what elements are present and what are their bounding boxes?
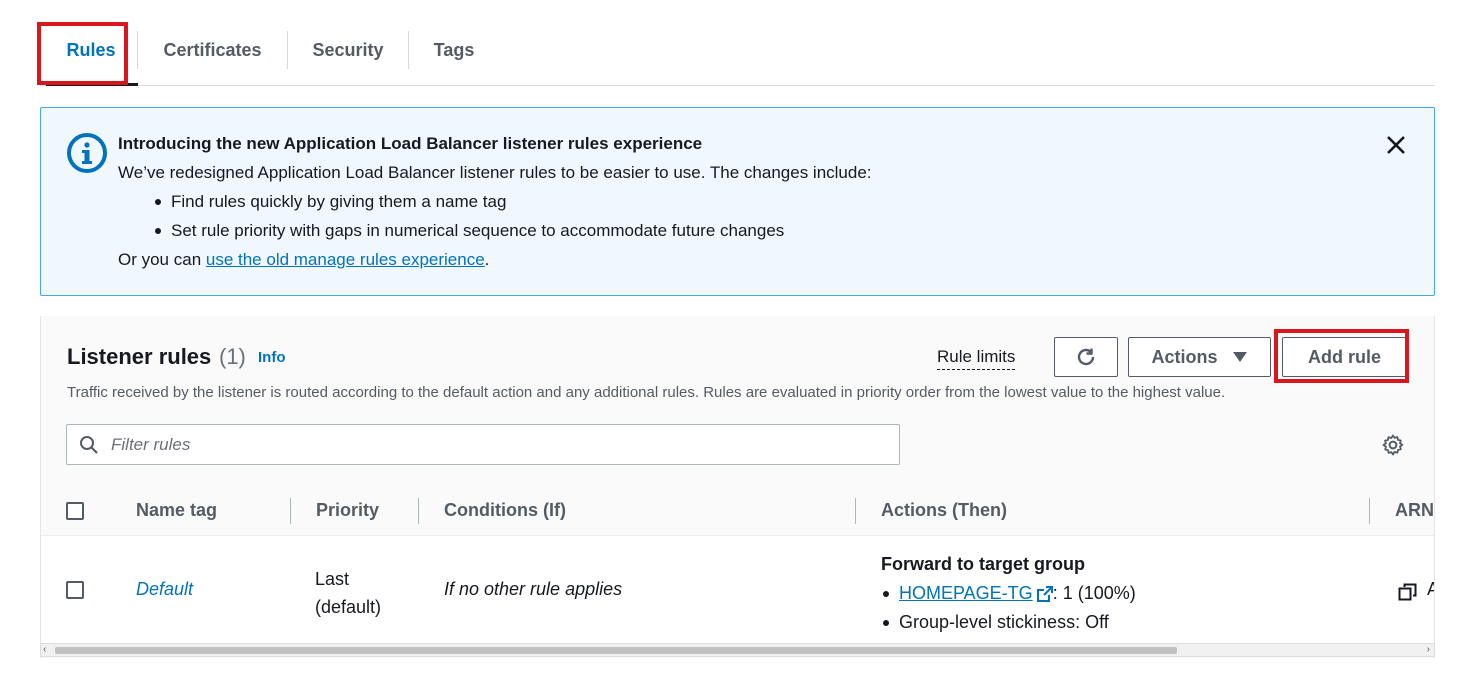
close-icon[interactable] xyxy=(1382,131,1410,159)
copy-icon[interactable] xyxy=(1398,582,1418,602)
bullet-dot xyxy=(155,228,161,234)
info-icon xyxy=(67,133,107,173)
banner-footer-prefix: Or you can xyxy=(118,250,206,269)
rule-count: (1) xyxy=(219,344,246,369)
column-divider[interactable] xyxy=(1369,498,1370,524)
tab-security[interactable]: Security xyxy=(302,30,394,70)
target-group-item: HOMEPAGE-TG : 1 (100%) xyxy=(881,579,1136,608)
column-header-actions[interactable]: Actions (Then) xyxy=(881,500,1007,521)
actions-label: Actions xyxy=(1151,346,1218,367)
rule-priority: Last (default) xyxy=(315,565,381,621)
banner-footer: Or you can use the old manage rules expe… xyxy=(118,250,489,270)
column-header-arn[interactable]: ARN xyxy=(1395,500,1434,521)
info-link[interactable]: Info xyxy=(258,349,286,366)
banner-bullet-text: Find rules quickly by giving them a name… xyxy=(171,192,507,211)
filter-rules-field[interactable] xyxy=(66,424,900,465)
scroll-left-arrow[interactable]: ‹ xyxy=(43,644,46,656)
horizontal-scrollbar[interactable]: ‹ › xyxy=(40,643,1435,657)
listener-rules-panel: Listener rules (1) Info Rule limits Acti… xyxy=(40,316,1435,658)
banner-title: Introducing the new Application Load Bal… xyxy=(118,134,703,153)
select-all-checkbox[interactable] xyxy=(66,502,84,520)
rule-arn: A xyxy=(1427,579,1434,600)
rule-conditions: If no other rule applies xyxy=(444,579,623,599)
actions-dropdown[interactable]: Actions xyxy=(1128,337,1271,377)
bullet-dot xyxy=(883,619,889,626)
table-header: Name tag Priority Conditions (If) Action… xyxy=(41,486,1434,536)
tab-certificates[interactable]: Certificates xyxy=(150,30,275,70)
refresh-button[interactable] xyxy=(1054,337,1118,377)
banner-bullet-text: Set rule priority with gaps in numerical… xyxy=(171,221,785,240)
add-rule-button[interactable]: Add rule xyxy=(1282,337,1407,377)
column-divider[interactable] xyxy=(855,498,856,524)
bullet-dot xyxy=(883,590,889,597)
banner-bullet: Find rules quickly by giving them a name… xyxy=(153,192,506,212)
tab-tags[interactable]: Tags xyxy=(424,30,484,70)
target-group-link[interactable]: HOMEPAGE-TG xyxy=(899,579,1033,608)
panel-title: Listener rules xyxy=(67,344,212,369)
column-header-name-tag[interactable]: Name tag xyxy=(136,500,217,521)
rule-actions: Forward to target group HOMEPAGE-TG : 1 … xyxy=(881,550,1136,637)
table-row: Default Last (default) If no other rule … xyxy=(41,536,1434,644)
refresh-icon xyxy=(1077,348,1095,366)
column-divider[interactable] xyxy=(418,498,419,524)
caret-down-icon xyxy=(1232,352,1247,362)
tab-divider xyxy=(287,31,288,69)
action-title: Forward to target group xyxy=(881,554,1085,574)
bullet-dot xyxy=(155,199,161,205)
stickiness-text: Group-level stickiness: Off xyxy=(899,612,1109,632)
scroll-right-arrow[interactable]: › xyxy=(1427,644,1430,656)
banner-footer-suffix: . xyxy=(484,250,490,269)
banner-intro: We’ve redesigned Application Load Balanc… xyxy=(118,163,872,182)
panel-description: Traffic received by the listener is rout… xyxy=(67,384,1226,401)
gear-icon[interactable] xyxy=(1381,433,1405,457)
rule-name-tag-link[interactable]: Default xyxy=(136,579,193,600)
rule-limits-link[interactable]: Rule limits xyxy=(937,347,1016,370)
external-link-icon[interactable] xyxy=(1036,585,1053,602)
filter-rules-input[interactable] xyxy=(109,433,899,456)
tab-rules[interactable]: Rules xyxy=(44,30,138,70)
banner-bullet: Set rule priority with gaps in numerical… xyxy=(153,221,784,241)
info-banner: Introducing the new Application Load Bal… xyxy=(40,107,1435,296)
stickiness-item: Group-level stickiness: Off xyxy=(881,608,1136,637)
column-header-priority[interactable]: Priority xyxy=(316,500,379,521)
column-header-conditions[interactable]: Conditions (If) xyxy=(444,500,566,521)
priority-line: (default) xyxy=(315,597,382,617)
row-select-checkbox[interactable] xyxy=(66,581,84,599)
tab-divider xyxy=(137,31,138,69)
search-icon xyxy=(80,435,98,454)
tab-divider xyxy=(408,31,409,69)
column-divider[interactable] xyxy=(290,498,291,524)
target-weight: : 1 (100%) xyxy=(1052,583,1136,603)
scrollbar-thumb[interactable] xyxy=(55,647,1177,654)
active-tab-indicator xyxy=(46,83,138,86)
old-rules-experience-link[interactable]: use the old manage rules experience xyxy=(206,250,485,269)
priority-line: Last xyxy=(315,569,350,589)
tab-bar: Rules Certificates Security Tags xyxy=(40,20,1435,86)
